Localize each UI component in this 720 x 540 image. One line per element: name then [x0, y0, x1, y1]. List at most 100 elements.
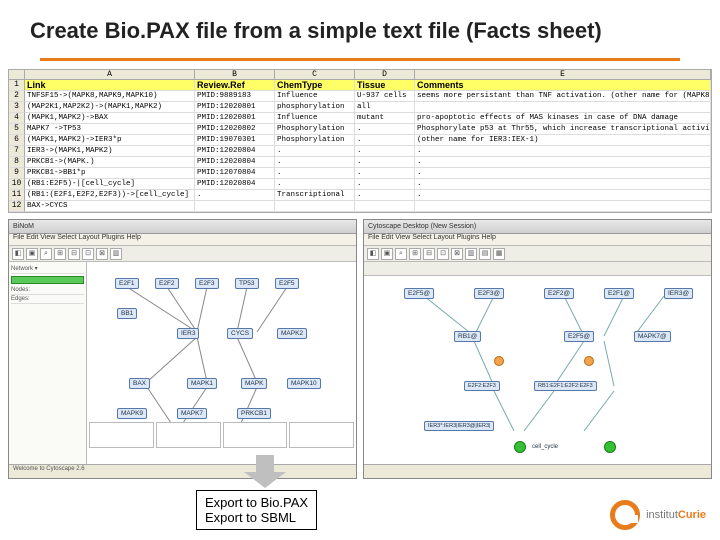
- graph-node[interactable]: IER3@: [664, 288, 693, 299]
- graph-node[interactable]: E2F3: [195, 278, 219, 289]
- thumbnail[interactable]: [89, 422, 154, 448]
- row-num[interactable]: 2: [9, 91, 25, 102]
- col-header-d[interactable]: D: [355, 70, 415, 80]
- cell[interactable]: PMID:12020804: [195, 157, 275, 168]
- graph-node[interactable]: E2F5@: [404, 288, 434, 299]
- cell[interactable]: PMID:19070301: [195, 135, 275, 146]
- cell[interactable]: Influence: [275, 113, 355, 124]
- cell[interactable]: .: [355, 146, 415, 157]
- toolbar-button[interactable]: ▥: [110, 248, 122, 260]
- cell[interactable]: .: [355, 190, 415, 201]
- cell[interactable]: PMID:12070804: [195, 168, 275, 179]
- cell[interactable]: Phosphorylation: [275, 135, 355, 146]
- toolbar-button[interactable]: ⊠: [96, 248, 108, 260]
- cell[interactable]: (other name for IER3:IEX-1): [415, 135, 711, 146]
- cell[interactable]: ChemType: [275, 80, 355, 91]
- cell[interactable]: PMID:12020801: [195, 113, 275, 124]
- cell[interactable]: [415, 102, 711, 113]
- thumbnail[interactable]: [223, 422, 288, 448]
- toolbar-button[interactable]: ▣: [26, 248, 38, 260]
- reaction-node[interactable]: [584, 356, 594, 366]
- cell[interactable]: TNFSF15->(MAPK8,MAPK9,MAPK10): [25, 91, 195, 102]
- cell[interactable]: (RB1:E2F5)-|[cell_cycle]: [25, 179, 195, 190]
- row-num[interactable]: 10: [9, 179, 25, 190]
- toolbar-button[interactable]: ⌕: [395, 248, 407, 260]
- cell[interactable]: Phosphorylation: [275, 124, 355, 135]
- cell[interactable]: (RB1:(E2F1,E2F2,E2F3))->[cell_cycle]: [25, 190, 195, 201]
- graph-node[interactable]: E2F3@: [474, 288, 504, 299]
- graph-node[interactable]: E2F1@: [604, 288, 634, 299]
- toolbar-button[interactable]: ⊞: [54, 248, 66, 260]
- graph-node[interactable]: MAPK1: [187, 378, 217, 389]
- toolbar-button[interactable]: ▣: [381, 248, 393, 260]
- row-num[interactable]: 4: [9, 113, 25, 124]
- graph-node[interactable]: TP53: [235, 278, 259, 289]
- col-header-e[interactable]: E: [415, 70, 711, 80]
- cell[interactable]: Tissue: [355, 80, 415, 91]
- graph-node[interactable]: RB1:E2F1:E2F2:E2F3: [534, 381, 597, 391]
- cell[interactable]: .: [415, 157, 711, 168]
- cell[interactable]: Influence: [275, 91, 355, 102]
- cell[interactable]: PRKCB1->BB1*p: [25, 168, 195, 179]
- cell[interactable]: PMID:9889183: [195, 91, 275, 102]
- cell[interactable]: mutant: [355, 113, 415, 124]
- cell[interactable]: .: [355, 135, 415, 146]
- cell[interactable]: [355, 201, 415, 212]
- row-num[interactable]: 7: [9, 146, 25, 157]
- cell[interactable]: PMID:12020804: [195, 146, 275, 157]
- row-num[interactable]: 12: [9, 201, 25, 212]
- cell[interactable]: BAX->CYCS: [25, 201, 195, 212]
- terminal-node[interactable]: [604, 441, 616, 453]
- cell[interactable]: MAPK7 ->TP53: [25, 124, 195, 135]
- cell[interactable]: .: [415, 146, 711, 157]
- graph-node[interactable]: MAPK9: [117, 408, 147, 419]
- cell[interactable]: seems more persistant than TNF activatio…: [415, 91, 711, 102]
- graph-node[interactable]: MAPK2: [277, 328, 307, 339]
- cell[interactable]: Transcriptional: [275, 190, 355, 201]
- cell[interactable]: .: [355, 168, 415, 179]
- row-num[interactable]: 5: [9, 124, 25, 135]
- graph-node[interactable]: MAPK7: [177, 408, 207, 419]
- cell[interactable]: (MAPK1,MAPK2)->IER3*p: [25, 135, 195, 146]
- cell[interactable]: .: [275, 157, 355, 168]
- row-num[interactable]: 9: [9, 168, 25, 179]
- graph-canvas-left[interactable]: E2F1 E2F2 E2F3 TP53 E2F5 BB1 IER3 CYCS M…: [87, 262, 356, 464]
- cell[interactable]: Link: [25, 80, 195, 91]
- row-num[interactable]: 8: [9, 157, 25, 168]
- graph-node[interactable]: MAPK7@: [634, 331, 671, 342]
- cell[interactable]: .: [355, 157, 415, 168]
- cell[interactable]: Phosphorylate p53 at Thr55, which increa…: [415, 124, 711, 135]
- graph-node[interactable]: RB1@: [454, 331, 481, 342]
- graph-node[interactable]: E2F2: [155, 278, 179, 289]
- graph-node[interactable]: PRKCB1: [237, 408, 271, 419]
- cell[interactable]: PMID:12020802: [195, 124, 275, 135]
- toolbar-button[interactable]: ⊟: [423, 248, 435, 260]
- cell[interactable]: PMID:12020801: [195, 102, 275, 113]
- graph-node[interactable]: BAX: [129, 378, 150, 389]
- graph-node[interactable]: E2F2@: [544, 288, 574, 299]
- cell[interactable]: all: [355, 102, 415, 113]
- row-num[interactable]: 6: [9, 135, 25, 146]
- menubar[interactable]: File Edit View Select Layout Plugins Hel…: [364, 234, 711, 246]
- toolbar-button[interactable]: ▥: [465, 248, 477, 260]
- toolbar-button[interactable]: ◧: [367, 248, 379, 260]
- row-num[interactable]: 3: [9, 102, 25, 113]
- thumbnail[interactable]: [289, 422, 354, 448]
- cell[interactable]: (MAPK1,MAPK2)->BAX: [25, 113, 195, 124]
- menubar[interactable]: File Edit View Select Layout Plugins Hel…: [9, 234, 356, 246]
- row-num[interactable]: 11: [9, 190, 25, 201]
- cell[interactable]: (MAP2K1,MAP2K2)->(MAPK1,MAPK2): [25, 102, 195, 113]
- toolbar-button[interactable]: ◧: [12, 248, 24, 260]
- cell[interactable]: .: [415, 168, 711, 179]
- graph-node[interactable]: MAPK10: [287, 378, 321, 389]
- cell[interactable]: Review.Ref: [195, 80, 275, 91]
- cell[interactable]: U-937 cells: [355, 91, 415, 102]
- col-header-a[interactable]: A: [25, 70, 195, 80]
- toolbar-button[interactable]: ⊠: [451, 248, 463, 260]
- window-titlebar[interactable]: BiNoM: [9, 220, 356, 234]
- toolbar-button[interactable]: ⌕: [40, 248, 52, 260]
- graph-node[interactable]: IER3*:IER3|IER3@|IER3|: [424, 421, 494, 431]
- graph-node[interactable]: IER3: [177, 328, 199, 339]
- toolbar-button[interactable]: ▤: [479, 248, 491, 260]
- toolbar-button[interactable]: ⊞: [409, 248, 421, 260]
